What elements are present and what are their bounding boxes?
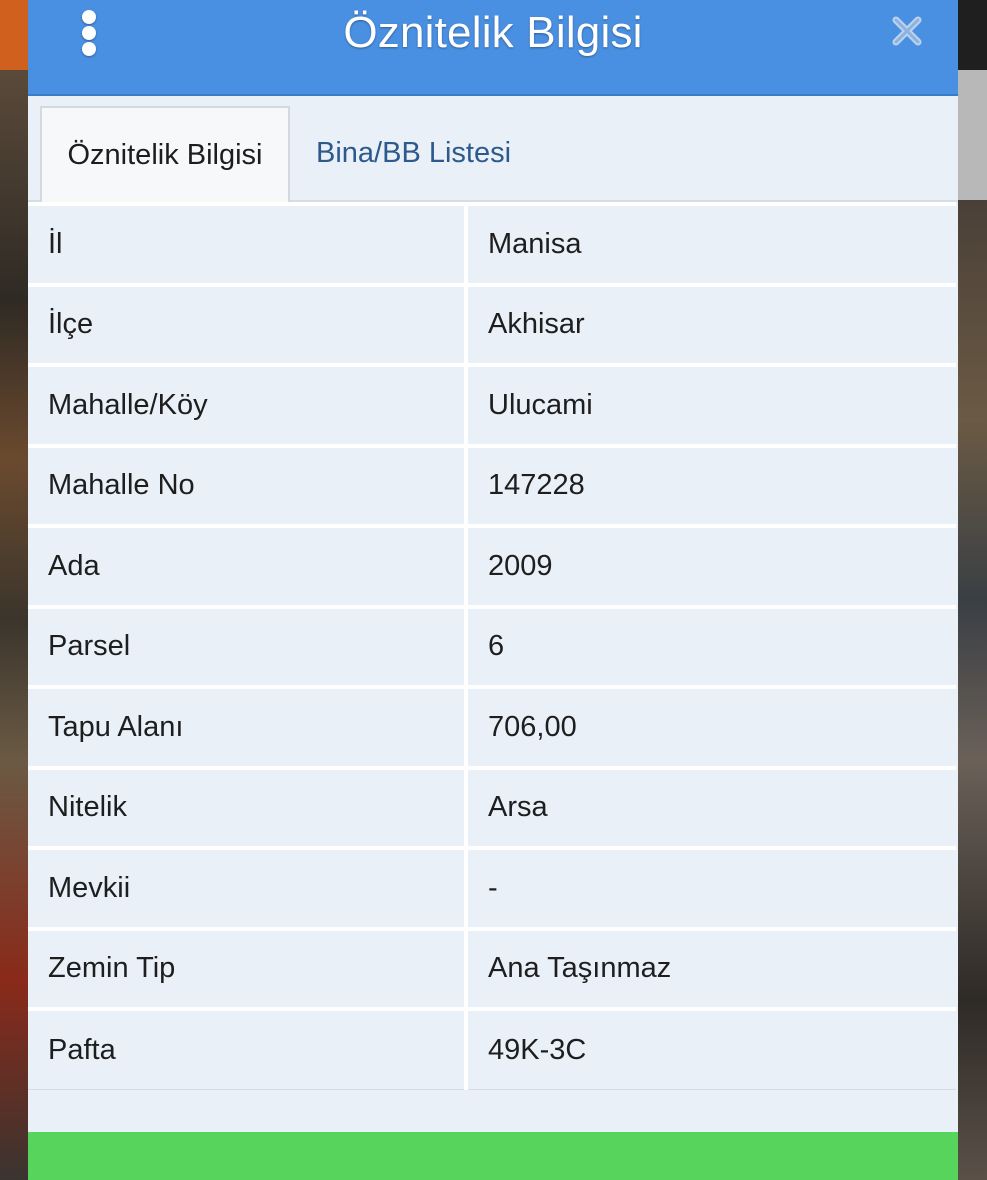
table-row: İlçe Akhisar bbox=[28, 282, 956, 366]
table-row: Pafta 49K-3C bbox=[28, 1007, 956, 1090]
footer-action-bar[interactable] bbox=[28, 1132, 958, 1180]
table-row: Mahalle No 147228 bbox=[28, 443, 956, 527]
attribute-value: 2009 bbox=[466, 524, 956, 607]
attribute-value: 6 bbox=[466, 604, 956, 688]
attribute-value: Arsa bbox=[466, 765, 956, 849]
tab-building-list[interactable]: Bina/BB Listesi bbox=[316, 106, 511, 200]
attribute-key: Parsel bbox=[28, 604, 468, 688]
attribute-value: Manisa bbox=[466, 202, 956, 285]
attribute-key: Mahalle No bbox=[28, 443, 468, 527]
attribute-value: Akhisar bbox=[466, 282, 956, 366]
dialog-title: Öznitelik Bilgisi bbox=[343, 8, 643, 57]
table-row: Mevkii - bbox=[28, 846, 956, 929]
attribute-key: İl bbox=[28, 202, 468, 285]
attribute-key: İlçe bbox=[28, 282, 468, 366]
attribute-key: Tapu Alanı bbox=[28, 685, 468, 768]
attribute-value: 49K-3C bbox=[466, 1007, 956, 1090]
table-row: Zemin Tip Ana Taşınmaz bbox=[28, 926, 956, 1010]
attribute-key: Pafta bbox=[28, 1007, 468, 1090]
close-icon[interactable] bbox=[890, 14, 924, 48]
table-row: İl Manisa bbox=[28, 202, 956, 285]
map-background-left bbox=[0, 0, 28, 1180]
attribute-key: Zemin Tip bbox=[28, 926, 468, 1010]
table-row: Mahalle/Köy Ulucami bbox=[28, 363, 956, 446]
tab-attribute-info[interactable]: Öznitelik Bilgisi bbox=[40, 106, 290, 202]
map-background-right bbox=[957, 0, 987, 1180]
attribute-table: İl Manisa İlçe Akhisar Mahalle/Köy Uluca… bbox=[28, 202, 956, 1090]
attribute-value: 147228 bbox=[466, 443, 956, 527]
attribute-info-dialog: Öznitelik Bilgisi Öznitelik Bilgisi Bina… bbox=[28, 0, 958, 1180]
attribute-value: Ulucami bbox=[466, 363, 956, 446]
table-row: Nitelik Arsa bbox=[28, 765, 956, 849]
attribute-key: Nitelik bbox=[28, 765, 468, 849]
tab-bar: Öznitelik Bilgisi Bina/BB Listesi bbox=[28, 96, 958, 202]
attribute-key: Mevkii bbox=[28, 846, 468, 929]
table-row: Tapu Alanı 706,00 bbox=[28, 685, 956, 768]
attribute-key: Mahalle/Köy bbox=[28, 363, 468, 446]
attribute-key: Ada bbox=[28, 524, 468, 607]
tab-label: Öznitelik Bilgisi bbox=[67, 138, 263, 171]
table-row: Ada 2009 bbox=[28, 524, 956, 607]
attribute-value: - bbox=[466, 846, 956, 929]
table-row: Parsel 6 bbox=[28, 604, 956, 688]
tab-label: Bina/BB Listesi bbox=[316, 136, 512, 169]
dialog-titlebar: Öznitelik Bilgisi bbox=[28, 0, 958, 96]
attribute-value: 706,00 bbox=[466, 685, 956, 768]
attribute-value: Ana Taşınmaz bbox=[466, 926, 956, 1010]
